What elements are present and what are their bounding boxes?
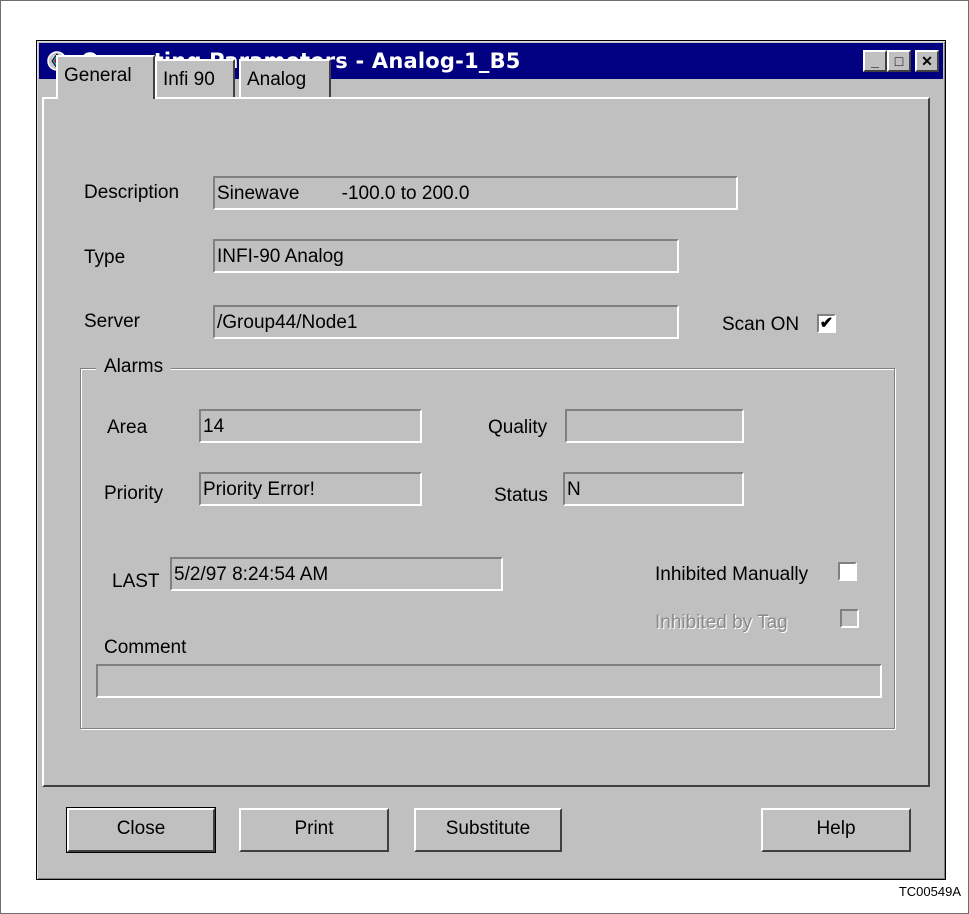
minimize-icon: _: [871, 53, 879, 69]
print-button[interactable]: Print: [239, 808, 389, 852]
tab-infi-90-label: Infi 90: [163, 69, 215, 90]
tab-infi-90[interactable]: Infi 90: [155, 59, 235, 97]
quality-field[interactable]: [565, 409, 744, 443]
maximize-icon: □: [894, 53, 904, 69]
area-label: Area: [107, 417, 148, 438]
minimize-button[interactable]: _: [863, 50, 887, 72]
close-button[interactable]: Close: [66, 807, 216, 853]
comment-field[interactable]: [96, 664, 882, 698]
inhibited-manually-checkbox[interactable]: [838, 562, 857, 581]
checkmark-icon: ✔: [819, 315, 834, 332]
priority-label: Priority: [104, 483, 164, 504]
inhibited-manually-label: Inhibited Manually: [655, 564, 809, 585]
alarms-group-label: Alarms: [96, 356, 172, 378]
type-label: Type: [84, 247, 126, 268]
description-field[interactable]: Sinewave -100.0 to 200.0: [213, 176, 738, 210]
scan-on-label: Scan ON: [722, 314, 800, 335]
priority-field[interactable]: Priority Error!: [199, 472, 422, 506]
help-button[interactable]: Help: [761, 808, 911, 852]
tab-analog-label: Analog: [247, 69, 307, 90]
quality-label: Quality: [488, 417, 548, 438]
inhibited-by-tag-label: Inhibited by Tag: [655, 612, 788, 633]
status-label: Status: [494, 485, 548, 506]
close-window-button[interactable]: ✕: [915, 50, 939, 72]
substitute-button[interactable]: Substitute: [414, 808, 562, 852]
server-field[interactable]: /Group44/Node1: [213, 305, 679, 339]
last-label: LAST: [112, 571, 160, 592]
tab-general[interactable]: General: [56, 55, 155, 99]
area-field[interactable]: 14: [199, 409, 422, 443]
inhibited-by-tag-checkbox[interactable]: [840, 609, 859, 628]
comment-label: Comment: [104, 637, 187, 658]
tab-general-label: General: [64, 65, 132, 86]
close-icon: ✕: [921, 53, 933, 69]
description-label: Description: [84, 182, 180, 203]
tab-analog[interactable]: Analog: [239, 59, 331, 97]
server-label: Server: [84, 311, 140, 332]
last-alarm-time-field[interactable]: 5/2/97 8:24:54 AM: [170, 557, 503, 591]
scan-on-checkbox[interactable]: ✔: [817, 314, 836, 333]
type-field[interactable]: INFI-90 Analog: [213, 239, 679, 273]
maximize-button[interactable]: □: [887, 50, 911, 72]
figure-id: TC00549A: [898, 884, 961, 899]
status-field[interactable]: N: [563, 472, 744, 506]
